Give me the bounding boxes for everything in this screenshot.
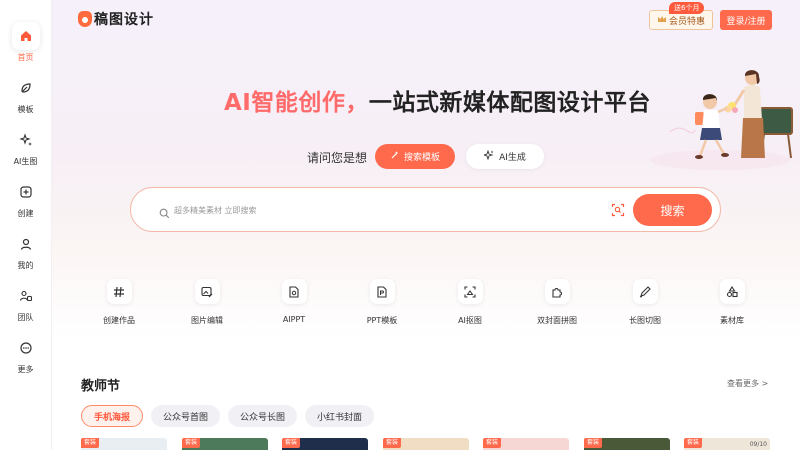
ai-generate-button[interactable]: AI生成 xyxy=(466,144,544,169)
hero-title-rest: 一站式新媒体配图设计平台 xyxy=(368,90,651,116)
vip-promo-badge: 送6个月 xyxy=(669,2,705,14)
tool-ppt-template[interactable]: PPT模板 xyxy=(342,279,422,326)
ai-generate-label: AI生成 xyxy=(499,153,526,163)
user-icon xyxy=(12,230,40,258)
magic-search-icon xyxy=(390,150,400,163)
template-thumb[interactable]: 套装 xyxy=(584,438,670,450)
search-template-button[interactable]: 搜索模板 xyxy=(375,144,455,169)
sidebar-item-label: AI生图 xyxy=(13,157,38,166)
ppt-template-icon xyxy=(369,279,395,304)
tab-wechat-cover[interactable]: 公众号首图 xyxy=(151,405,221,427)
tool-label: PPT模板 xyxy=(366,316,398,325)
team-icon xyxy=(12,282,40,310)
see-more-link[interactable]: 查看更多 > xyxy=(727,378,768,389)
puzzle-icon xyxy=(544,279,570,304)
sidebar-item-label: 我的 xyxy=(17,261,34,270)
sidebar-item-mine[interactable]: 我的 xyxy=(12,230,40,271)
tab-xiaohongshu-cover[interactable]: 小红书封面 xyxy=(305,405,375,427)
ai-sparkle-icon xyxy=(482,149,494,163)
tool-label: 素材库 xyxy=(720,316,744,325)
vip-offer[interactable]: 会员特惠 送6个月 xyxy=(649,2,713,30)
tool-double-cover-puzzle[interactable]: 双封面拼图 xyxy=(517,279,597,326)
set-tag: 套装 xyxy=(182,438,201,448)
teacher-student-illustration xyxy=(650,70,793,170)
tool-material-library[interactable]: 素材库 xyxy=(692,279,772,326)
section-title: 教师节 xyxy=(81,379,121,394)
hero-title: AI智能创作，一站式新媒体配图设计平台 xyxy=(224,83,651,117)
tool-label: AIPPT xyxy=(282,315,306,324)
template-thumb[interactable]: 套装 xyxy=(383,438,469,450)
set-tag: 套装 xyxy=(383,438,402,448)
template-thumb[interactable]: 套装 xyxy=(81,438,167,450)
image-search-icon[interactable] xyxy=(611,202,625,221)
set-tag: 套装 xyxy=(81,438,100,448)
hero-title-accent: AI智能创作， xyxy=(224,90,369,116)
sidebar-item-more[interactable]: 更多 xyxy=(12,334,40,375)
tool-label: AI抠图 xyxy=(458,316,482,325)
crown-icon xyxy=(657,15,667,26)
tool-aippt[interactable]: AIPPT xyxy=(254,279,334,324)
search-button[interactable]: 搜索 xyxy=(633,194,712,226)
template-thumb[interactable]: 套装 xyxy=(182,438,268,450)
search-template-label: 搜索模板 xyxy=(403,153,440,163)
tool-label: 长图切图 xyxy=(629,316,661,325)
create-plus-icon xyxy=(12,178,40,206)
sidebar-item-label: 首页 xyxy=(17,53,34,62)
logo-text: 稿图设计 xyxy=(94,12,154,28)
pen-cut-icon xyxy=(632,279,658,304)
tool-label: 双封面拼图 xyxy=(537,316,577,325)
template-thumb[interactable]: 套装 09/10 xyxy=(684,438,770,450)
sidebar-item-label: 创建 xyxy=(17,209,34,218)
home-icon xyxy=(11,22,40,50)
tool-label: 创建作品 xyxy=(103,316,135,325)
vip-label: 会员特惠 xyxy=(668,16,705,27)
hash-icon xyxy=(106,279,132,304)
sidebar-item-team[interactable]: 团队 xyxy=(12,282,40,323)
tool-label: 图片编辑 xyxy=(191,316,223,325)
tab-phone-poster[interactable]: 手机海报 xyxy=(81,405,144,427)
sidebar: 首页 模板 AI生图 创建 我的 团队 更多 xyxy=(0,0,52,450)
search-icon xyxy=(159,204,170,223)
set-tag: 套装 xyxy=(483,438,502,448)
set-tag: 套装 xyxy=(584,438,603,448)
tab-wechat-long-image[interactable]: 公众号长图 xyxy=(228,405,298,427)
sidebar-item-label: 模板 xyxy=(17,105,34,114)
ai-ppt-icon xyxy=(281,279,307,304)
ai-cutout-icon xyxy=(457,279,483,304)
search-input[interactable] xyxy=(174,200,594,220)
ai-sparkle-icon xyxy=(12,126,40,154)
tool-create-work[interactable]: 创建作品 xyxy=(79,279,159,326)
template-thumb[interactable]: 套装 xyxy=(282,438,368,450)
sidebar-item-ai-image[interactable]: AI生图 xyxy=(12,126,40,167)
category-tabs: 手机海报 公众号首图 公众号长图 小红书封面 xyxy=(81,405,375,427)
sidebar-item-home[interactable]: 首页 xyxy=(11,22,40,63)
more-icon xyxy=(12,334,40,362)
shapes-icon xyxy=(719,279,745,304)
set-tag: 套装 xyxy=(282,438,301,448)
tool-ai-cutout[interactable]: AI抠图 xyxy=(430,279,510,326)
thumb-date: 09/10 xyxy=(749,441,767,448)
ask-label: 请问您是想 xyxy=(307,151,368,165)
tool-image-edit[interactable]: 图片编辑 xyxy=(167,279,247,326)
sidebar-item-label: 更多 xyxy=(17,365,34,374)
template-thumb[interactable]: 套装 xyxy=(483,438,569,450)
set-tag: 套装 xyxy=(684,438,703,448)
main-area: 稿图设计 会员特惠 送6个月 登录/注册 AI智能创作，一站式新媒体配图设计平台… xyxy=(52,0,800,450)
logo[interactable]: 稿图设计 xyxy=(78,9,154,29)
logo-mark-icon xyxy=(78,11,92,27)
login-register-button[interactable]: 登录/注册 xyxy=(720,10,772,30)
search-bar: 搜索 xyxy=(130,187,721,232)
sidebar-item-templates[interactable]: 模板 xyxy=(12,74,40,115)
tool-long-image-cut[interactable]: 长图切图 xyxy=(605,279,685,326)
template-icon xyxy=(12,74,40,102)
sidebar-item-label: 团队 xyxy=(17,313,34,322)
sidebar-item-create[interactable]: 创建 xyxy=(12,178,40,219)
image-edit-icon xyxy=(194,279,220,304)
